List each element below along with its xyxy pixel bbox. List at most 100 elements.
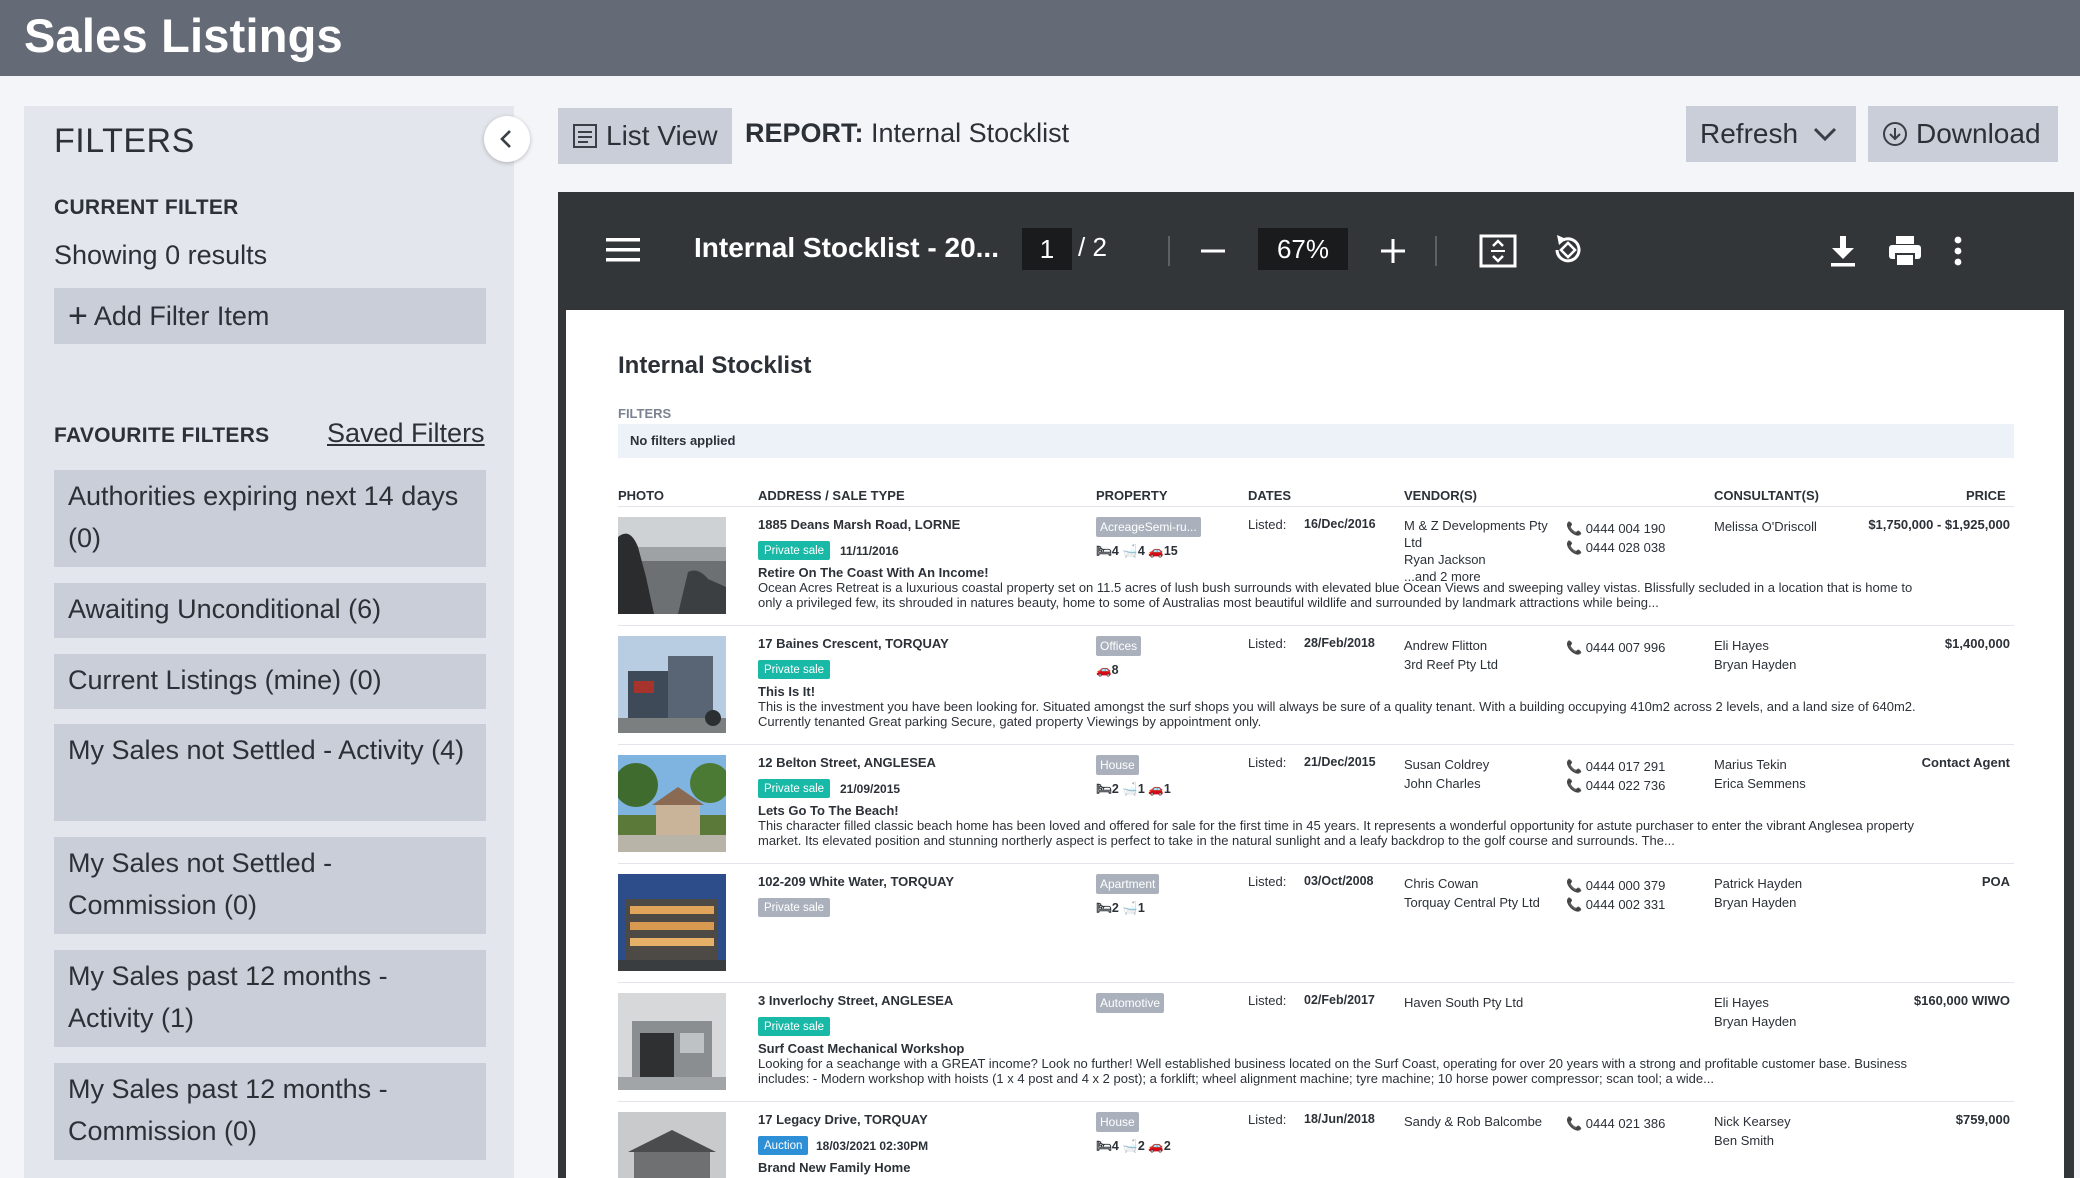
property-features: 🛏4 🛁2 🚗2: [1096, 1139, 1171, 1153]
pdf-toolbar: Internal Stocklist - 20... 1 / 2 67%: [558, 192, 2074, 308]
sale-type-badge: Private sale: [758, 1017, 831, 1036]
listing-heading: Brand New Family Home: [758, 1160, 911, 1175]
refresh-button[interactable]: Refresh: [1686, 106, 1856, 162]
listed-date: 28/Feb/2018: [1304, 636, 1375, 650]
report-filters-value: No filters applied: [618, 424, 2014, 458]
zoom-in-icon[interactable]: [1378, 236, 1408, 266]
listing-price: POA: [1981, 874, 2010, 889]
list-view-button[interactable]: List View: [558, 108, 732, 164]
property-features: 🛏2 🛁1: [1096, 901, 1145, 915]
listed-date: 03/Oct/2008: [1304, 874, 1374, 888]
listing-description: This character filled classic beach home…: [758, 818, 1914, 848]
property-features: 🛏2 🛁1 🚗1: [1096, 782, 1171, 796]
report-heading: Internal Stocklist: [618, 352, 812, 379]
listing-heading: Surf Coast Mechanical Workshop: [758, 1041, 965, 1056]
listed-label: Listed:: [1248, 636, 1287, 651]
favourite-filter-item[interactable]: My Sales past 12 months - Activity (1): [54, 950, 486, 1047]
listing-heading: Lets Go To The Beach!: [758, 803, 899, 818]
listing-address: 17 Baines Crescent, TORQUAY: [758, 636, 949, 651]
list-icon: [573, 124, 597, 148]
column-header-address: ADDRESS / SALE TYPE: [758, 488, 905, 503]
report-title: REPORT: Internal Stocklist: [745, 118, 1069, 149]
toolbar-divider: [1435, 236, 1437, 266]
download-label: Download: [1916, 118, 2041, 149]
listing-photo: [618, 1112, 726, 1178]
download-button[interactable]: Download: [1868, 106, 2058, 162]
refresh-label: Refresh: [1700, 118, 1799, 149]
consultants: Melissa O'Driscoll: [1714, 519, 1817, 534]
rotate-icon[interactable]: [1548, 230, 1588, 270]
pdf-page: Internal Stocklist FILTERS No filters ap…: [566, 310, 2064, 1178]
listing-row[interactable]: 17 Baines Crescent, TORQUAY Private sale…: [618, 626, 2014, 745]
vendors: Chris Cowan Torquay Central Pty Ltd: [1404, 876, 1540, 910]
listed-date: 02/Feb/2017: [1304, 993, 1375, 1007]
listed-date: 21/Dec/2015: [1304, 755, 1376, 769]
pdf-viewer: Internal Stocklist - 20... 1 / 2 67% Int…: [558, 192, 2074, 1178]
listing-row[interactable]: 3 Inverlochy Street, ANGLESEA Private sa…: [618, 983, 2014, 1102]
download-icon[interactable]: [1826, 232, 1860, 270]
results-count: Showing 0 results: [54, 240, 268, 270]
favourite-filter-item[interactable]: My Sales not Settled - Commission (0): [54, 837, 486, 934]
listing-row[interactable]: 1885 Deans Marsh Road, LORNE Private sal…: [618, 507, 2014, 626]
sale-type-badge: Auction: [758, 1136, 809, 1155]
sale-type-badge: Private sale: [758, 898, 831, 917]
column-header-price: PRICE: [1966, 488, 2006, 503]
chevron-left-icon: [500, 130, 511, 148]
listing-row[interactable]: 102-209 White Water, TORQUAY Private sal…: [618, 864, 2014, 983]
collapse-sidebar-button[interactable]: [484, 116, 530, 162]
favourite-filter-item[interactable]: Awaiting Unconditional (6): [54, 583, 486, 638]
vendor-phones: 📞 0444 017 291 📞 0444 022 736: [1566, 759, 1666, 793]
print-icon[interactable]: [1886, 232, 1924, 270]
report-filters-label: FILTERS: [618, 406, 672, 421]
download-circle-icon: [1883, 122, 1907, 146]
add-filter-button[interactable]: + Add Filter Item: [54, 288, 486, 344]
toolbar-divider: [1168, 236, 1170, 266]
consultants: Nick Kearsey Ben Smith: [1714, 1114, 1791, 1148]
listing-row[interactable]: 17 Legacy Drive, TORQUAY Auction 18/03/2…: [618, 1102, 2014, 1178]
listed-label: Listed:: [1248, 755, 1287, 770]
favourite-filter-item[interactable]: My Sales not Settled - Activity (4): [54, 724, 486, 821]
listing-description: Ocean Acres Retreat is a luxurious coast…: [758, 580, 1913, 610]
listing-row[interactable]: 12 Belton Street, ANGLESEA Private sale …: [618, 745, 2014, 864]
favourite-filter-item[interactable]: My Sales past 12 months - Commission (0): [54, 1063, 486, 1160]
listing-address: 1885 Deans Marsh Road, LORNE: [758, 517, 961, 532]
fit-page-icon[interactable]: [1478, 232, 1518, 270]
listing-price: Contact Agent: [1921, 755, 2010, 770]
zoom-out-icon[interactable]: [1198, 236, 1228, 266]
vendors: Andrew Flitton 3rd Reef Pty Ltd: [1404, 638, 1498, 672]
list-view-label: List View: [606, 120, 718, 151]
listing-photo: [618, 755, 726, 852]
listing-address: 12 Belton Street, ANGLESEA: [758, 755, 936, 770]
column-header-photo: PHOTO: [618, 488, 664, 503]
listing-address: 17 Legacy Drive, TORQUAY: [758, 1112, 928, 1127]
vendors: M & Z Developments Pty Ltd Ryan Jackson …: [1404, 518, 1548, 584]
column-header-dates: DATES: [1248, 488, 1292, 503]
more-options-icon[interactable]: [1950, 232, 1966, 270]
listed-date: 16/Dec/2016: [1304, 517, 1376, 531]
sale-type-badge: Private sale: [758, 660, 831, 679]
listing-heading: Retire On The Coast With An Income!: [758, 565, 989, 580]
listed-label: Listed:: [1248, 1112, 1287, 1127]
listed-label: Listed:: [1248, 993, 1287, 1008]
property-features: 🛏4 🛁4 🚗15: [1096, 544, 1178, 558]
saved-filters-link[interactable]: Saved Filters: [327, 418, 485, 449]
consultants: Marius Tekin Erica Semmens: [1714, 757, 1806, 791]
favourite-filter-item[interactable]: Current Listings (mine) (0): [54, 654, 486, 709]
property-type-badge: House: [1096, 1112, 1139, 1132]
zoom-level-input[interactable]: 67%: [1258, 228, 1348, 270]
menu-icon[interactable]: [606, 230, 640, 270]
page-number-input[interactable]: 1: [1022, 228, 1072, 270]
report-label: REPORT:: [745, 118, 864, 148]
property-type-badge: Automotive: [1096, 993, 1165, 1013]
column-header-property: PROPERTY: [1096, 488, 1168, 503]
sale-type-badge: Private sale: [758, 541, 831, 560]
vendor-phones: 📞 0444 021 386: [1566, 1116, 1666, 1131]
listed-label: Listed:: [1248, 517, 1287, 532]
listing-photo: [618, 993, 726, 1090]
sale-date: 11/11/2016: [840, 544, 899, 558]
column-header-consultants: CONSULTANT(S): [1714, 488, 1819, 503]
sale-type-badge: Private sale: [758, 779, 831, 798]
listing-price: $160,000 WIWO: [1913, 993, 2010, 1008]
listing-photo: [618, 517, 726, 614]
favourite-filter-item[interactable]: Authorities expiring next 14 days (0): [54, 470, 486, 567]
